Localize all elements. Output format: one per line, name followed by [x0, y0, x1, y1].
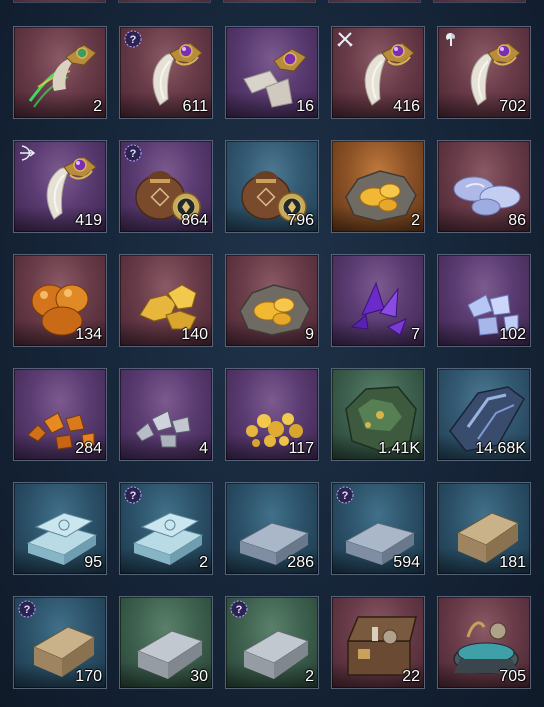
inventory-slot-gold-grains[interactable]: 117 [225, 368, 319, 461]
item-quantity: 2 [411, 212, 420, 229]
item-quantity: 7 [411, 326, 420, 343]
inventory-grid: 2 ? 611 16 416 702 419 ? 864 796 2 86 13… [13, 26, 531, 689]
axe-badge-icon [442, 30, 460, 48]
previous-row-partial [13, 0, 533, 3]
inventory-slot-ice-ingot[interactable]: ? 2 [119, 482, 213, 575]
svg-text:?: ? [342, 490, 349, 502]
inventory-panel: 2 ? 611 16 416 702 419 ? 864 796 2 86 13… [0, 0, 544, 707]
inventory-slot-partial[interactable] [433, 0, 526, 3]
item-quantity: 181 [499, 554, 526, 571]
inventory-slot-partial[interactable] [118, 0, 211, 3]
inventory-slot-partial[interactable] [223, 0, 316, 3]
item-quantity: 702 [499, 98, 526, 115]
item-quantity: 286 [287, 554, 314, 571]
inventory-slot-crafting-cauldron[interactable]: 705 [437, 596, 531, 689]
item-quantity: 416 [393, 98, 420, 115]
inventory-slot-fang[interactable]: 416 [331, 26, 425, 119]
inventory-slot-pouch[interactable]: 796 [225, 140, 319, 233]
question-badge-icon: ? [124, 486, 142, 504]
inventory-slot-fang-broken[interactable]: 16 [225, 26, 319, 119]
item-quantity: 95 [84, 554, 102, 571]
inventory-slot-silver-shards[interactable]: 4 [119, 368, 213, 461]
item-quantity: 2 [305, 668, 314, 685]
inventory-slot-green-ore[interactable]: 1.41K [331, 368, 425, 461]
inventory-slot-gold-ore-dish[interactable]: 2 [331, 140, 425, 233]
svg-text:?: ? [130, 148, 137, 160]
inventory-slot-opal-shards[interactable]: 102 [437, 254, 531, 347]
inventory-slot-fang[interactable]: 702 [437, 26, 531, 119]
inventory-slot-bronze-ingot[interactable]: 181 [437, 482, 531, 575]
item-quantity: 864 [181, 212, 208, 229]
inventory-slot-gold-ore-dish[interactable]: 9 [225, 254, 319, 347]
inventory-slot-bronze-ingot[interactable]: ? 170 [13, 596, 107, 689]
inventory-slot-ice-ingot[interactable]: 95 [13, 482, 107, 575]
inventory-slot-partial[interactable] [13, 0, 106, 3]
inventory-slot-iron-ingot[interactable]: 30 [119, 596, 213, 689]
inventory-slot-amber-stones[interactable]: 134 [13, 254, 107, 347]
item-quantity: 140 [181, 326, 208, 343]
question-badge-icon: ? [18, 600, 36, 618]
item-quantity: 30 [190, 668, 208, 685]
svg-text:?: ? [130, 490, 137, 502]
svg-text:?: ? [236, 604, 243, 616]
inventory-slot-opal-stones[interactable]: 86 [437, 140, 531, 233]
inventory-slot-amber-shards[interactable]: 284 [13, 368, 107, 461]
item-quantity: 1.41K [378, 440, 420, 457]
inventory-slot-iron-ingot[interactable]: ? 2 [225, 596, 319, 689]
item-quantity: 86 [508, 212, 526, 229]
inventory-slot-fang-green[interactable]: 2 [13, 26, 107, 119]
item-quantity: 284 [75, 440, 102, 457]
item-quantity: 4 [199, 440, 208, 457]
inventory-slot-pouch[interactable]: ? 864 [119, 140, 213, 233]
inventory-slot-steel-ingot[interactable]: ? 594 [331, 482, 425, 575]
item-quantity: 102 [499, 326, 526, 343]
item-quantity: 419 [75, 212, 102, 229]
item-quantity: 9 [305, 326, 314, 343]
svg-text:?: ? [24, 604, 31, 616]
item-quantity: 22 [402, 668, 420, 685]
question-badge-icon: ? [124, 144, 142, 162]
item-quantity: 170 [75, 668, 102, 685]
svg-text:?: ? [130, 34, 137, 46]
question-badge-icon: ? [336, 486, 354, 504]
item-quantity: 796 [287, 212, 314, 229]
item-quantity: 117 [288, 440, 314, 457]
bow-badge-icon [18, 144, 36, 162]
inventory-slot-crafting-box[interactable]: 22 [331, 596, 425, 689]
inventory-slot-fang[interactable]: ? 611 [119, 26, 213, 119]
swords-badge-icon [336, 30, 354, 48]
inventory-slot-fang[interactable]: 419 [13, 140, 107, 233]
inventory-slot-gold-nuggets[interactable]: 140 [119, 254, 213, 347]
question-badge-icon: ? [124, 30, 142, 48]
inventory-slot-partial[interactable] [328, 0, 421, 3]
item-quantity: 134 [75, 326, 102, 343]
item-quantity: 16 [296, 98, 314, 115]
item-quantity: 2 [93, 98, 102, 115]
item-quantity: 594 [393, 554, 420, 571]
item-quantity: 14.68K [475, 440, 526, 457]
inventory-slot-steel-ingot[interactable]: 286 [225, 482, 319, 575]
item-quantity: 611 [182, 98, 208, 115]
inventory-slot-blue-ore[interactable]: 14.68K [437, 368, 531, 461]
item-quantity: 2 [199, 554, 208, 571]
inventory-slot-amethyst-shards[interactable]: 7 [331, 254, 425, 347]
item-quantity: 705 [499, 668, 526, 685]
question-badge-icon: ? [230, 600, 248, 618]
